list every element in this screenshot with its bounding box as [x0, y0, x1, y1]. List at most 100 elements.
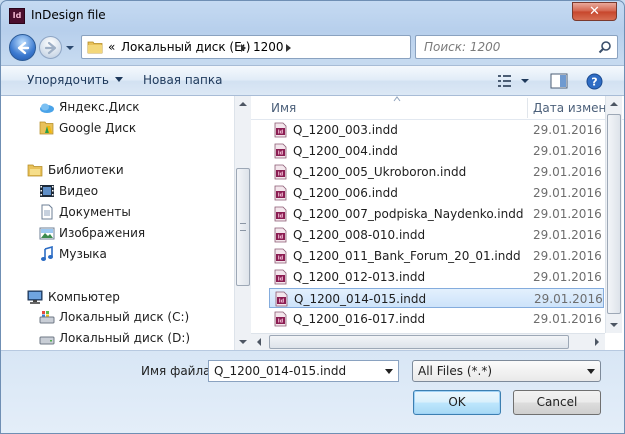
folder-icon: [87, 41, 103, 54]
preview-pane-icon[interactable]: [550, 73, 568, 89]
nav-item-label: Изображения: [59, 226, 146, 240]
svg-text:Id: Id: [278, 151, 284, 157]
svg-text:Id: Id: [278, 235, 284, 241]
documents-icon: [41, 204, 53, 220]
scroll-left-icon[interactable]: [257, 338, 261, 346]
yandex-disk-icon: [40, 103, 54, 113]
organize-button[interactable]: Упорядочить: [27, 73, 123, 87]
file-row[interactable]: Id Q_1200_012-013.indd 29.01.2016 18: [269, 267, 621, 287]
address-bar[interactable]: « Локальный диск (E:) 1200: [81, 35, 483, 59]
forward-button[interactable]: [39, 36, 62, 59]
column-header: Имя Дата измене: [251, 96, 624, 120]
scrollbar-thumb[interactable]: [269, 335, 569, 349]
column-header-date[interactable]: Дата измене: [533, 101, 614, 115]
indd-file-icon: Id: [274, 206, 287, 222]
column-divider[interactable]: [527, 98, 528, 118]
nav-item-google-drive[interactable]: Google Диск: [1, 118, 233, 138]
help-icon[interactable]: ?: [586, 73, 603, 90]
nav-item-music[interactable]: Музыка: [1, 244, 233, 264]
nav-item-label: Яндекс.Диск: [59, 100, 140, 114]
nav-item-label: Компьютер: [48, 290, 120, 304]
file-dialog: Id InDesign file ✕ « Локальный диск (E:)…: [0, 0, 625, 434]
indesign-app-icon: Id: [9, 8, 25, 24]
chevron-down-icon: [114, 77, 123, 82]
file-list-horizontal-scrollbar[interactable]: [251, 333, 605, 350]
back-button[interactable]: [9, 34, 36, 61]
command-bar: Упорядочить Новая папка ?: [1, 65, 624, 96]
indd-file-icon: Id: [274, 227, 287, 243]
nav-item-computer[interactable]: Компьютер: [1, 287, 233, 307]
search-icon: [598, 41, 611, 54]
search-placeholder: Поиск: 1200: [424, 40, 501, 54]
indd-file-icon: Id: [274, 164, 287, 180]
nav-item-label: Google Диск: [59, 121, 137, 135]
file-row[interactable]: Id Q_1200_004.indd 29.01.2016 17: [269, 141, 621, 161]
nav-item-pictures[interactable]: Изображения: [1, 223, 233, 243]
file-list-vertical-scrollbar[interactable]: [605, 96, 622, 333]
scroll-down-icon[interactable]: [610, 323, 618, 327]
file-row[interactable]: Id Q_1200_007_podpiska_Naydenko.indd 29.01…: [269, 204, 621, 224]
view-options-icon[interactable]: [497, 73, 531, 89]
filename-value[interactable]: Q_1200_014-015.indd: [214, 364, 346, 378]
nav-item-drive-d[interactable]: Локальный диск (D:): [1, 328, 233, 348]
indd-file-icon: Id: [275, 291, 288, 307]
scrollbar-thumb[interactable]: [236, 168, 250, 286]
address-segment-folder[interactable]: 1200: [253, 40, 284, 54]
indd-file-icon: Id: [274, 248, 287, 264]
close-button[interactable]: ✕: [572, 2, 617, 21]
music-icon: [41, 246, 53, 261]
file-row[interactable]: Id Q_1200_014-015.indd 29.01.2016 17: [269, 288, 622, 308]
svg-text:Id: Id: [279, 299, 285, 305]
svg-text:Id: Id: [278, 130, 284, 136]
svg-text:Id: Id: [278, 256, 284, 262]
window-title: InDesign file: [31, 8, 106, 22]
navigation-scrollbar[interactable]: [234, 96, 251, 350]
sort-ascending-icon: [393, 96, 401, 102]
file-name: Q_1200_003.indd: [293, 123, 398, 137]
file-name: Q_1200_014-015.indd: [294, 292, 427, 306]
address-overflow[interactable]: «: [108, 40, 115, 54]
file-row[interactable]: Id Q_1200_005_Ukroboron.indd 29.01.2016 17: [269, 162, 621, 182]
chevron-down-icon: [587, 369, 595, 374]
breadcrumb-arrow-icon[interactable]: [286, 44, 291, 52]
file-row[interactable]: Id Q_1200_016-017.indd 29.01.2016 19: [269, 309, 621, 329]
svg-text:Id: Id: [278, 172, 284, 178]
computer-icon: [27, 290, 43, 304]
nav-item-video[interactable]: Видео: [1, 181, 233, 201]
chevron-down-icon[interactable]: [385, 369, 393, 374]
nav-item-drive-c[interactable]: Локальный диск (C:): [1, 307, 233, 327]
scroll-up-icon[interactable]: [239, 102, 247, 106]
file-name: Q_1200_006.indd: [293, 186, 398, 200]
scrollbar-thumb[interactable]: [607, 114, 621, 314]
scroll-up-icon[interactable]: [610, 102, 618, 106]
nav-item-label: Музыка: [59, 247, 107, 261]
nav-item-libraries[interactable]: Библиотеки: [1, 160, 233, 180]
nav-item-documents[interactable]: Документы: [1, 202, 233, 222]
search-box[interactable]: Поиск: 1200: [415, 35, 618, 59]
breadcrumb-arrow-icon[interactable]: [241, 44, 246, 52]
file-name: Q_1200_007_podpiska_Naydenko.indd: [293, 207, 524, 221]
file-row[interactable]: Id Q_1200_011_Bank_Forum_20_01.indd 29.01.…: [269, 246, 621, 266]
file-name: Q_1200_011_Bank_Forum_20_01.indd: [293, 249, 521, 263]
address-segment-drive[interactable]: Локальный диск (E:): [121, 40, 250, 54]
recent-pages-button[interactable]: [65, 42, 75, 52]
file-row[interactable]: Id Q_1200_003.indd 29.01.2016 17: [269, 120, 621, 140]
scroll-right-icon[interactable]: [595, 338, 599, 346]
file-row[interactable]: Id Q_1200_008-010.indd 29.01.2016 18: [269, 225, 621, 245]
drive-c-icon: [39, 311, 55, 324]
column-header-name[interactable]: Имя: [271, 101, 296, 115]
nav-item-yandex-disk[interactable]: Яндекс.Диск: [1, 97, 233, 117]
cancel-button[interactable]: Cancel: [513, 390, 601, 415]
nav-item-label: Библиотеки: [48, 163, 124, 177]
scroll-down-icon[interactable]: [239, 340, 247, 344]
filetype-select[interactable]: All Files (*.*): [412, 360, 601, 382]
file-name: Q_1200_004.indd: [293, 144, 398, 158]
new-folder-button[interactable]: Новая папка: [143, 73, 222, 87]
indd-file-icon: Id: [274, 122, 287, 138]
file-row[interactable]: Id Q_1200_006.indd 29.01.2016 17: [269, 183, 621, 203]
filename-input[interactable]: Q_1200_014-015.indd: [208, 360, 399, 382]
filename-label: Имя файла:: [141, 364, 215, 378]
navigation-bar: « Локальный диск (E:) 1200 Поиск: 1200: [1, 31, 624, 65]
ok-button[interactable]: OK: [413, 390, 501, 415]
arrow-right-icon: [44, 41, 57, 55]
